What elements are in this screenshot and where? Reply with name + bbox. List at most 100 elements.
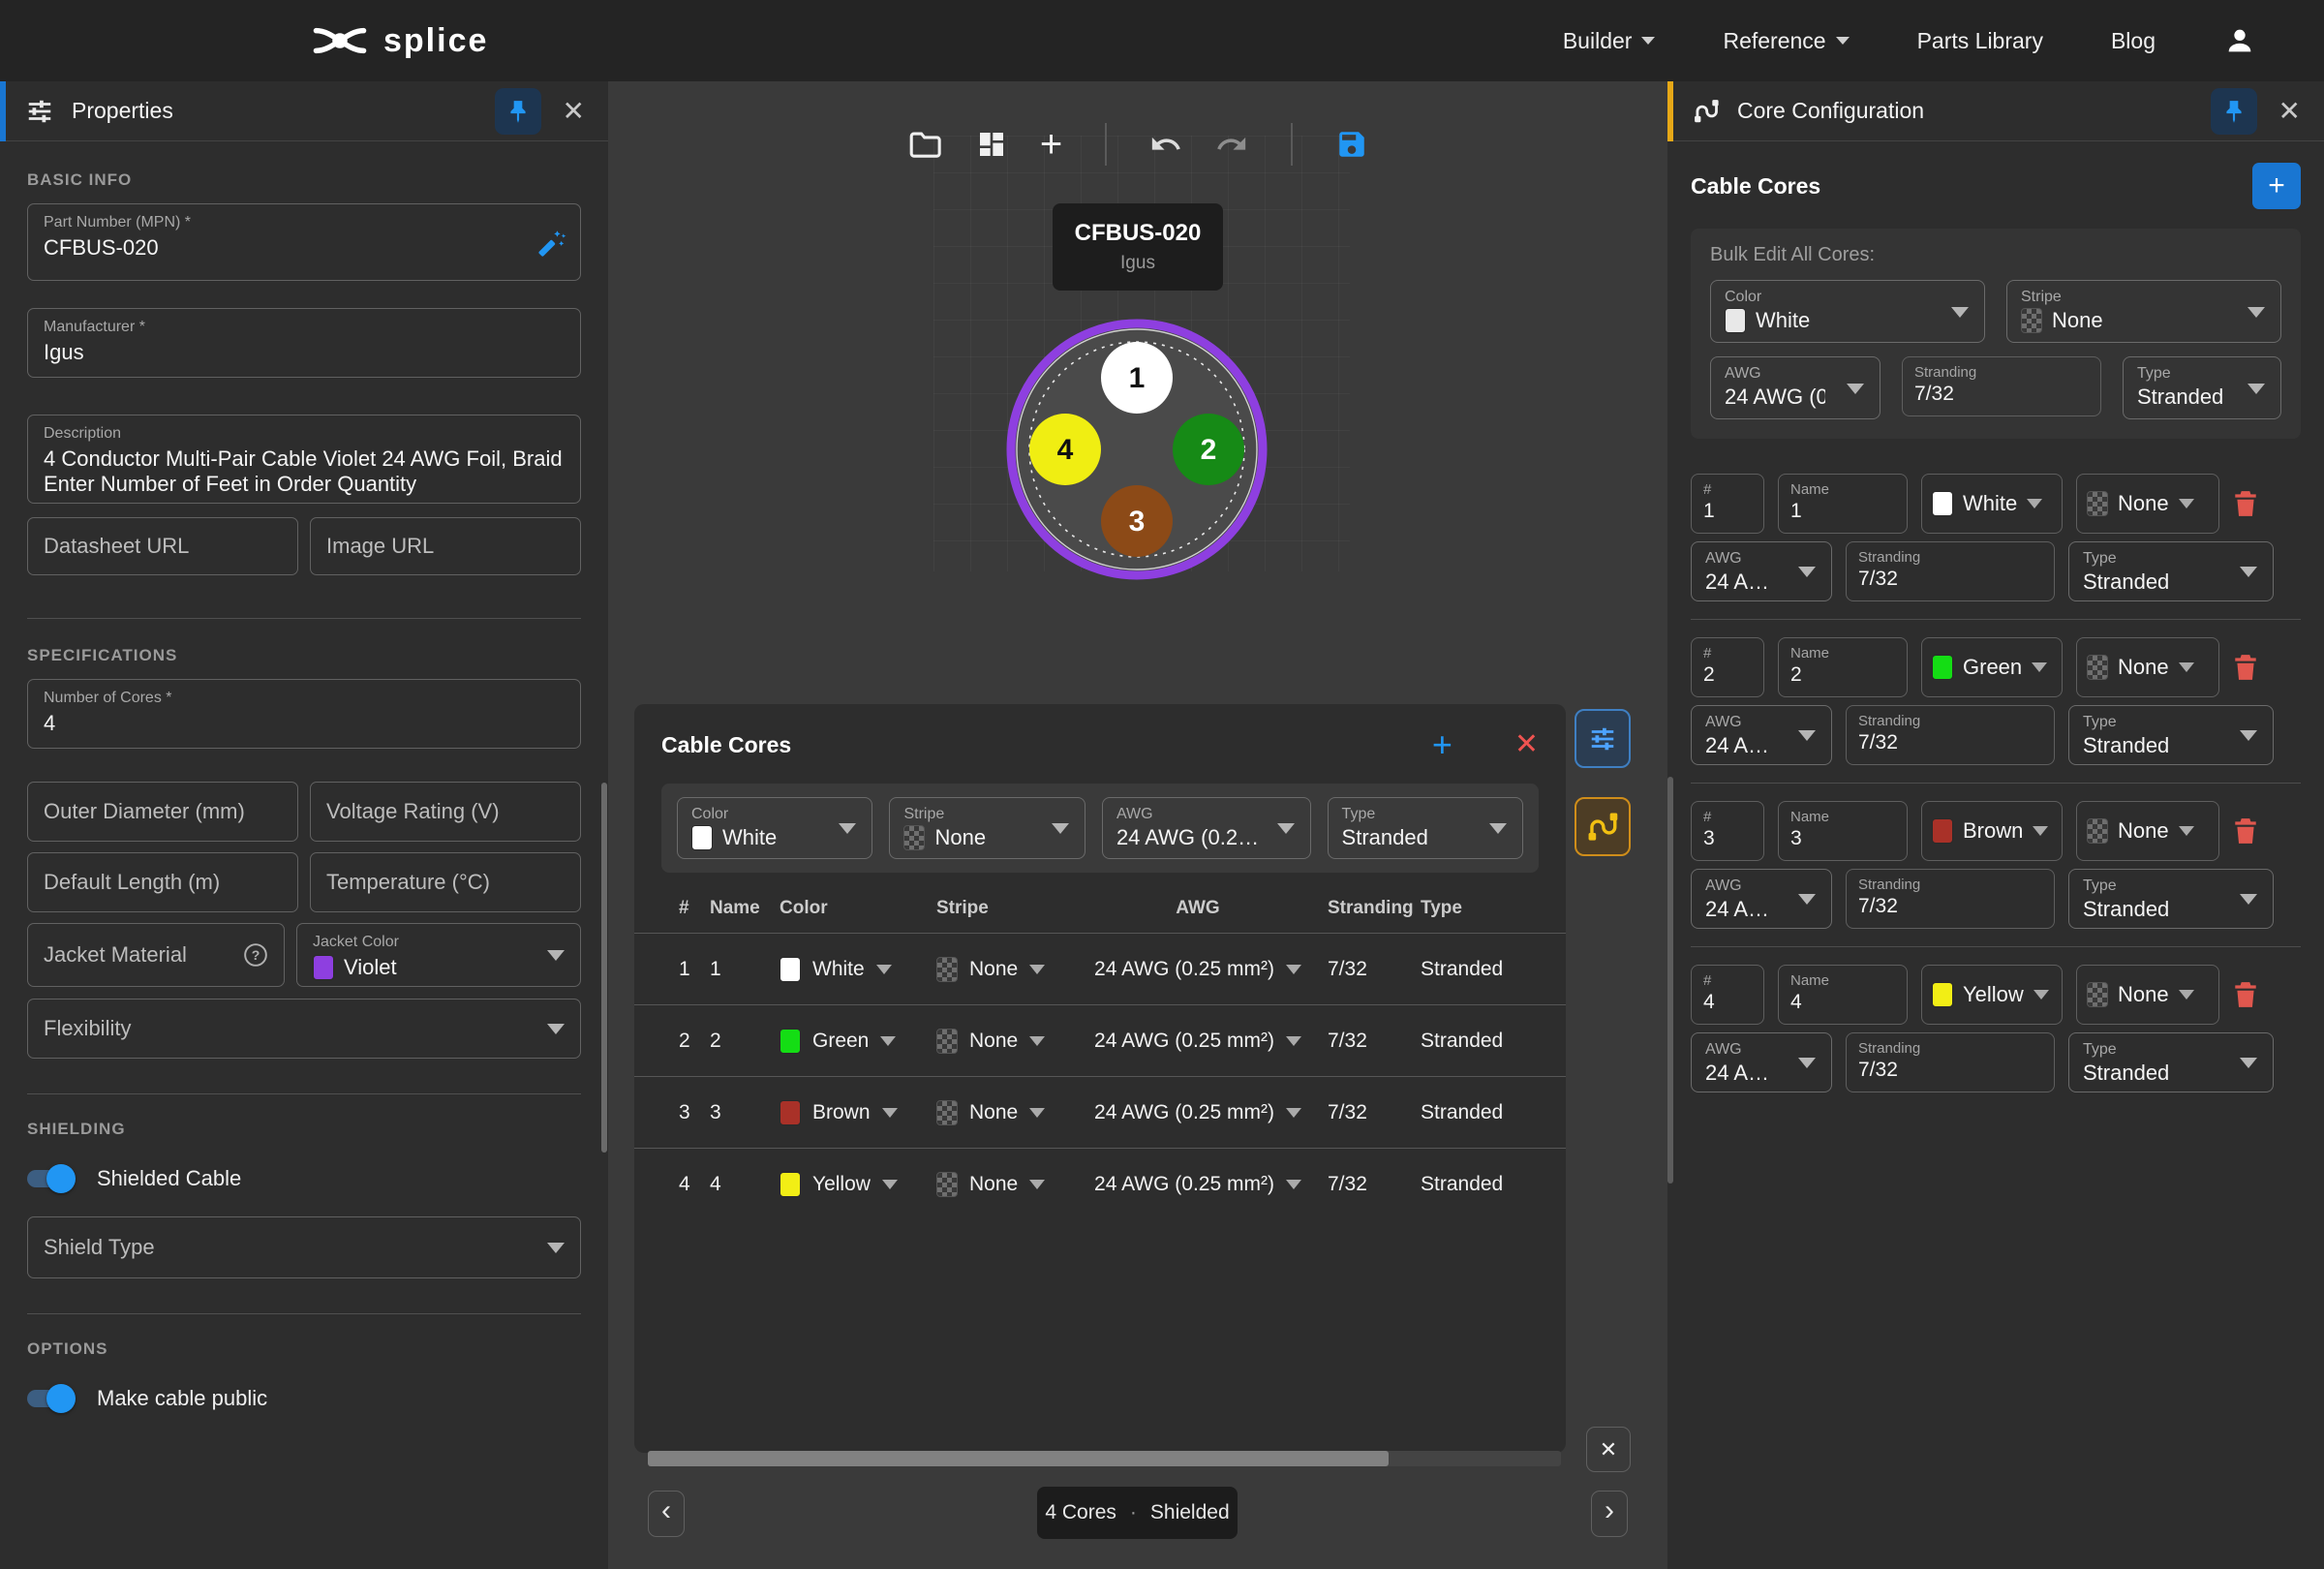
toggle-properties-panel-button[interactable]	[1575, 709, 1631, 768]
image-url-field[interactable]: Image URL	[310, 517, 581, 575]
undo-button[interactable]	[1149, 128, 1182, 161]
core-stranding-field[interactable]: Stranding 7/32	[1846, 869, 2055, 929]
delete-core-button[interactable]	[2233, 653, 2258, 682]
bulk-color-dropdown[interactable]: Color White	[677, 797, 872, 859]
make-public-toggle[interactable]	[27, 1390, 72, 1407]
delete-cores-button[interactable]: ✕	[1514, 730, 1539, 759]
core-stripe-dropdown[interactable]: None	[2076, 965, 2219, 1025]
open-folder-button[interactable]	[908, 129, 943, 160]
bulk-stripe-dropdown[interactable]: Stripe None	[2006, 280, 2281, 343]
row-color-dropdown[interactable]: Yellow	[780, 1172, 936, 1197]
core-awg-dropdown[interactable]: AWG 24 A…	[1691, 1032, 1832, 1092]
table-row[interactable]: 4 4 Yellow None 24 AWG (0.25 mm²) 7/32 S…	[634, 1149, 1566, 1220]
table-row[interactable]: 3 3 Brown None 24 AWG (0.25 mm²) 7/32 St…	[634, 1077, 1566, 1149]
pin-panel-button[interactable]	[495, 88, 541, 135]
core-stripe-dropdown[interactable]: None	[2076, 474, 2219, 534]
left-panel-scrollbar[interactable]	[601, 783, 607, 1153]
row-stripe-dropdown[interactable]: None	[936, 957, 1068, 982]
description-field[interactable]: Description 4 Conductor Multi-Pair Cable…	[27, 415, 581, 504]
add-core-button[interactable]: +	[1432, 727, 1452, 762]
core-name-field[interactable]: Name 4	[1778, 965, 1908, 1025]
nav-reference[interactable]: Reference	[1723, 28, 1849, 54]
core-color-dropdown[interactable]: Yellow	[1921, 965, 2063, 1025]
pin-panel-button[interactable]	[2211, 88, 2257, 135]
close-panel-icon[interactable]: ✕	[563, 95, 585, 127]
core-stripe-dropdown[interactable]: None	[2076, 637, 2219, 697]
core-type-dropdown[interactable]: Type Stranded	[2068, 705, 2274, 765]
core-name-field[interactable]: Name 3	[1778, 801, 1908, 861]
shield-type-dropdown[interactable]: Shield Type	[27, 1216, 581, 1278]
cable-cross-section[interactable]: 1 2 3 4	[992, 304, 1282, 595]
core-stranding-field[interactable]: Stranding 7/32	[1846, 705, 2055, 765]
table-row[interactable]: 1 1 White None 24 AWG (0.25 mm²) 7/32 St…	[634, 934, 1566, 1005]
flexibility-dropdown[interactable]: Flexibility	[27, 999, 581, 1059]
dashboard-button[interactable]	[976, 129, 1007, 160]
delete-core-button[interactable]	[2233, 816, 2258, 846]
right-panel-scrollbar[interactable]	[1667, 777, 1673, 1184]
toggle-core-config-panel-button[interactable]	[1575, 797, 1631, 856]
core-color-dropdown[interactable]: White	[1921, 474, 2063, 534]
account-button[interactable]	[2223, 24, 2256, 57]
row-color-dropdown[interactable]: Brown	[780, 1100, 936, 1125]
datasheet-url-field[interactable]: Datasheet URL	[27, 517, 298, 575]
manufacturer-field[interactable]: Manufacturer * Igus	[27, 308, 581, 378]
row-color-dropdown[interactable]: White	[780, 957, 936, 982]
core-num-field[interactable]: # 3	[1691, 801, 1764, 861]
row-awg-dropdown[interactable]: 24 AWG (0.25 mm²)	[1068, 1101, 1328, 1124]
row-awg-dropdown[interactable]: 24 AWG (0.25 mm²)	[1068, 1030, 1328, 1053]
bulk-type-dropdown[interactable]: Type Stranded	[2123, 356, 2281, 419]
nav-parts-library[interactable]: Parts Library	[1917, 28, 2043, 54]
shielded-cable-toggle[interactable]	[27, 1170, 72, 1187]
nav-blog[interactable]: Blog	[2111, 28, 2156, 54]
core-awg-dropdown[interactable]: AWG 24 A…	[1691, 541, 1832, 601]
jacket-material-field[interactable]: Jacket Material ?	[27, 923, 285, 987]
core-type-dropdown[interactable]: Type Stranded	[2068, 541, 2274, 601]
core-color-dropdown[interactable]: Brown	[1921, 801, 2063, 861]
close-panel-icon[interactable]: ✕	[2278, 95, 2301, 127]
core-stranding-field[interactable]: Stranding 7/32	[1846, 1032, 2055, 1092]
temperature-field[interactable]: Temperature (°C)	[310, 852, 581, 912]
row-color-dropdown[interactable]: Green	[780, 1029, 936, 1054]
core-type-dropdown[interactable]: Type Stranded	[2068, 1032, 2274, 1092]
bulk-type-dropdown[interactable]: Type Stranded	[1328, 797, 1523, 859]
jacket-color-dropdown[interactable]: Jacket Color Violet	[296, 923, 581, 987]
bulk-color-dropdown[interactable]: Color White	[1710, 280, 1985, 343]
default-length-field[interactable]: Default Length (m)	[27, 852, 298, 912]
splice-logo[interactable]: splice	[312, 19, 488, 62]
row-stripe-dropdown[interactable]: None	[936, 1029, 1068, 1054]
prev-view-button[interactable]: ‹	[648, 1491, 685, 1537]
voltage-rating-field[interactable]: Voltage Rating (V)	[310, 782, 581, 842]
core-type-dropdown[interactable]: Type Stranded	[2068, 869, 2274, 929]
row-awg-dropdown[interactable]: 24 AWG (0.25 mm²)	[1068, 958, 1328, 981]
next-view-button[interactable]: ›	[1591, 1491, 1628, 1537]
add-button[interactable]: +	[1040, 125, 1062, 164]
save-button[interactable]	[1335, 128, 1368, 161]
part-number-field[interactable]: Part Number (MPN) * CFBUS-020	[27, 203, 581, 281]
core-name-field[interactable]: Name 2	[1778, 637, 1908, 697]
row-awg-dropdown[interactable]: 24 AWG (0.25 mm²)	[1068, 1173, 1328, 1196]
cable-canvas[interactable]: + CFBUS-020 Igus 1 2 3	[608, 81, 1668, 1569]
core-num-field[interactable]: # 1	[1691, 474, 1764, 534]
row-stripe-dropdown[interactable]: None	[936, 1100, 1068, 1125]
number-of-cores-field[interactable]: Number of Cores * 4	[27, 679, 581, 749]
row-stripe-dropdown[interactable]: None	[936, 1172, 1068, 1197]
nav-builder[interactable]: Builder	[1563, 28, 1656, 54]
core-awg-dropdown[interactable]: AWG 24 A…	[1691, 869, 1832, 929]
bulk-stripe-dropdown[interactable]: Stripe None	[889, 797, 1085, 859]
core-color-dropdown[interactable]: Green	[1921, 637, 2063, 697]
bulk-awg-dropdown[interactable]: AWG 24 AWG (0.2…	[1102, 797, 1311, 859]
delete-core-button[interactable]	[2233, 980, 2258, 1009]
core-awg-dropdown[interactable]: AWG 24 A…	[1691, 705, 1832, 765]
core-num-field[interactable]: # 2	[1691, 637, 1764, 697]
table-row[interactable]: 2 2 Green None 24 AWG (0.25 mm²) 7/32 St…	[634, 1005, 1566, 1077]
delete-core-button[interactable]	[2233, 489, 2258, 518]
outer-diameter-field[interactable]: Outer Diameter (mm)	[27, 782, 298, 842]
part-label[interactable]: CFBUS-020 Igus	[1053, 203, 1223, 291]
help-icon[interactable]: ?	[243, 942, 268, 968]
core-stranding-field[interactable]: Stranding 7/32	[1846, 541, 2055, 601]
redo-button[interactable]	[1215, 128, 1248, 161]
magic-wand-icon[interactable]	[534, 228, 566, 261]
bulk-stranding-field[interactable]: Stranding 7/32	[1902, 356, 2101, 416]
core-num-field[interactable]: # 4	[1691, 965, 1764, 1025]
add-core-button[interactable]: +	[2252, 163, 2301, 209]
